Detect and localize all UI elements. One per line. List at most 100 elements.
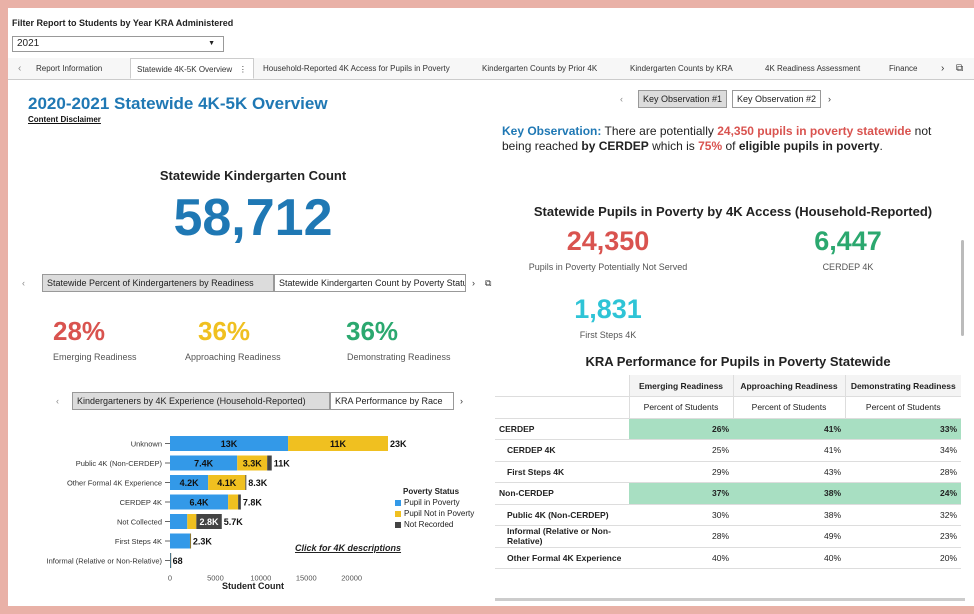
tab-counts-kra[interactable]: Kindergarten Counts by KRA bbox=[630, 58, 733, 79]
report-frame: Filter Report to Students by Year KRA Ad… bbox=[8, 8, 974, 606]
key-observation-lead: Key Observation: bbox=[502, 124, 602, 138]
column-subheader: Percent of Students bbox=[844, 396, 961, 419]
category-label: Informal (Relative or Non-Relative) bbox=[47, 557, 163, 566]
tab-key-observation-1[interactable]: Key Observation #1 bbox=[638, 90, 728, 108]
chevron-right-icon[interactable]: › bbox=[828, 90, 831, 108]
column-subheader: Percent of Students bbox=[628, 396, 733, 419]
tab-report-information[interactable]: Report Information bbox=[36, 58, 102, 79]
chevron-left-icon[interactable]: ‹ bbox=[56, 392, 59, 410]
key-observation-highlight-4: eligible pupils in poverty bbox=[738, 139, 880, 153]
table-cell: 23% bbox=[845, 525, 961, 548]
chevron-down-icon: ▼ bbox=[208, 40, 215, 47]
emerging-readiness-value: 28% bbox=[53, 316, 106, 346]
legend-swatch bbox=[395, 521, 401, 528]
table-corner bbox=[495, 375, 629, 397]
chevron-right-icon[interactable]: › bbox=[941, 58, 944, 79]
legend-swatch bbox=[395, 499, 401, 506]
maximize-icon[interactable]: ⧉ bbox=[485, 274, 491, 292]
total-label: 23K bbox=[390, 439, 407, 449]
readiness-tabs: ‹ Statewide Percent of Kindergarteners b… bbox=[16, 274, 491, 292]
table-cell: 32% bbox=[845, 504, 961, 526]
table-cell: 40% bbox=[629, 547, 733, 569]
total-label: 11K bbox=[274, 459, 291, 469]
segment-label: 3.3K bbox=[243, 459, 263, 469]
poverty-title: Statewide Pupils in Poverty by 4K Access… bbox=[533, 204, 933, 219]
total-label: 2.3K bbox=[193, 537, 213, 547]
segment-label: 4.2K bbox=[180, 478, 200, 488]
bar-segment bbox=[187, 514, 197, 529]
kra-poverty-table: Emerging Readiness Approaching Readiness… bbox=[495, 375, 961, 569]
table-cell: 29% bbox=[629, 461, 733, 483]
total-label: 68 bbox=[173, 556, 183, 566]
segment-label: 7.4K bbox=[194, 459, 214, 469]
tab-household-access[interactable]: Household-Reported 4K Access for Pupils … bbox=[263, 58, 450, 79]
table-cell: 49% bbox=[733, 525, 845, 548]
segment-label: 13K bbox=[221, 439, 238, 449]
horizontal-scrollbar[interactable] bbox=[495, 598, 965, 601]
legend-not-recorded: Not Recorded bbox=[395, 520, 453, 529]
row-label: CERDEP bbox=[495, 418, 629, 440]
chevron-left-icon[interactable]: ‹ bbox=[22, 274, 25, 292]
tab-finance[interactable]: Finance bbox=[889, 58, 917, 79]
tab-readiness-poverty[interactable]: Statewide Kindergarten Count by Poverty … bbox=[274, 274, 466, 292]
not-served-label: Pupils in Poverty Potentially Not Served bbox=[528, 262, 688, 272]
kra-table-title: KRA Performance for Pupils in Poverty St… bbox=[585, 354, 891, 369]
tab-kra-by-race[interactable]: KRA Performance by Race bbox=[330, 392, 454, 410]
key-observation-text-1: There are potentially bbox=[601, 124, 718, 138]
more-options-icon[interactable]: ⋮ bbox=[232, 65, 247, 74]
table-cell: 37% bbox=[629, 482, 733, 505]
tab-4k-experience[interactable]: Kindergarteners by 4K Experience (Househ… bbox=[72, 392, 330, 410]
column-header: Approaching Readiness bbox=[732, 375, 845, 397]
x-tick-label: 0 bbox=[168, 574, 172, 583]
tab-statewide-overview[interactable]: Statewide 4K-5K Overview ⋮ bbox=[130, 58, 254, 79]
not-served-value: 24,350 bbox=[566, 226, 650, 256]
4k-descriptions-link[interactable]: Click for 4K descriptions bbox=[295, 543, 401, 553]
kra-table-body: CERDEP 26% 41% 33% CERDEP 4K 25% 41% 34% First S… bbox=[495, 418, 961, 569]
year-select[interactable]: 2021 ▼ bbox=[12, 36, 224, 52]
segment-label: 11K bbox=[330, 439, 347, 449]
bar-segment bbox=[170, 514, 188, 529]
legend-label: Pupil in Poverty bbox=[404, 498, 460, 507]
filter-label: Filter Report to Students by Year KRA Ad… bbox=[12, 18, 234, 28]
key-observation-highlight-1: 24,350 pupils in poverty statewide bbox=[717, 124, 912, 138]
category-label: First Steps 4K bbox=[115, 537, 162, 546]
tab-readiness-percent[interactable]: Statewide Percent of Kindergarteners by … bbox=[42, 274, 274, 292]
tab-key-observation-2[interactable]: Key Observation #2 bbox=[732, 90, 822, 108]
table-cell: 25% bbox=[629, 439, 733, 462]
kindergarten-count-value: 58,712 bbox=[173, 189, 333, 247]
legend-swatch bbox=[395, 510, 401, 517]
segment-label: 2.8K bbox=[200, 517, 220, 527]
chevron-left-icon[interactable]: ‹ bbox=[620, 90, 623, 108]
emerging-readiness-label: Emerging Readiness bbox=[53, 352, 137, 362]
content-disclaimer-link[interactable]: Content Disclaimer bbox=[28, 115, 101, 124]
table-cell: 26% bbox=[629, 418, 733, 440]
tab-counts-prior-4k[interactable]: Kindergarten Counts by Prior 4K bbox=[482, 58, 597, 79]
chevron-right-icon[interactable]: › bbox=[460, 392, 463, 410]
vertical-scrollbar[interactable] bbox=[961, 240, 964, 336]
x-axis-label: Student Count bbox=[222, 581, 284, 591]
chevron-left-icon[interactable]: ‹ bbox=[18, 58, 21, 79]
maximize-icon[interactable]: ⧉ bbox=[956, 58, 963, 79]
bar-segment bbox=[228, 494, 239, 510]
legend-title: Poverty Status bbox=[403, 487, 460, 496]
tab-readiness-assessment[interactable]: 4K Readiness Assessment bbox=[765, 58, 860, 79]
table-cell: 38% bbox=[733, 504, 845, 526]
segment-label: 4.1K bbox=[217, 478, 237, 488]
year-select-value: 2021 bbox=[17, 38, 40, 49]
tab-statewide-overview-label: Statewide 4K-5K Overview bbox=[137, 65, 233, 74]
category-label: Not Collected bbox=[117, 518, 162, 527]
chevron-right-icon[interactable]: › bbox=[472, 274, 475, 292]
page-title: 2020-2021 Statewide 4K-5K Overview bbox=[28, 94, 328, 113]
key-observation-tabs: ‹ Key Observation #1 Key Observation #2 … bbox=[620, 90, 860, 108]
table-row: CERDEP 26% 41% 33% bbox=[495, 418, 961, 440]
category-label: Public 4K (Non-CERDEP) bbox=[76, 459, 163, 468]
category-label: CERDEP 4K bbox=[120, 498, 162, 507]
key-observation-text: Key Observation: There are potentially 2… bbox=[502, 124, 962, 154]
bar-segment bbox=[190, 533, 192, 549]
x-tick-label: 20000 bbox=[341, 574, 362, 583]
total-label: 7.8K bbox=[243, 498, 263, 508]
table-row: Other Formal 4K Experience 40% 40% 20% bbox=[495, 547, 961, 569]
chart-tabs: ‹ Kindergarteners by 4K Experience (Hous… bbox=[16, 392, 466, 410]
key-observation-text-3: which is bbox=[648, 139, 699, 153]
table-cell: 38% bbox=[733, 482, 845, 505]
